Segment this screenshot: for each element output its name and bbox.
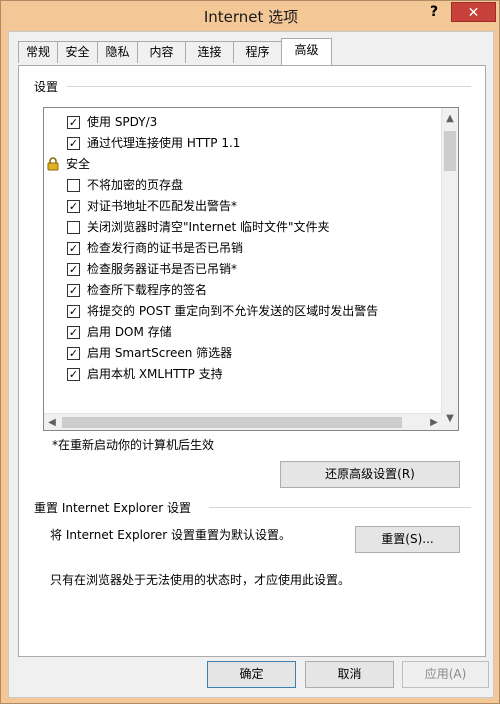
tab-advanced[interactable]: 高级 xyxy=(281,38,332,65)
tab-security[interactable]: 安全 xyxy=(57,41,98,63)
advanced-tab-panel: 设置 ✓ 使用 SPDY/3 ✓ 通过代理连接使用 HTTP 1.1 安全不将加密的页存… xyxy=(18,65,486,657)
checkbox-unchecked[interactable] xyxy=(67,179,80,192)
tab-content[interactable]: 内容 xyxy=(137,41,186,63)
help-button[interactable]: ? xyxy=(425,4,443,24)
horizontal-scrollbar[interactable]: ◀ ▶ xyxy=(44,413,443,430)
checkbox-unchecked[interactable] xyxy=(67,221,80,234)
settings-option-row[interactable]: ✓ 对证书地址不匹配发出警告* xyxy=(44,196,444,216)
settings-option-row[interactable]: ✓ 检查所下载程序的签名 xyxy=(44,280,444,300)
restart-note: *在重新启动你的计算机后生效 xyxy=(52,438,215,452)
settings-option-label: 将提交的 POST 重定向到不允许发送的区域时发出警告 xyxy=(87,304,379,318)
settings-option-label: 启用 SmartScreen 筛选器 xyxy=(87,346,233,360)
settings-option-label: 对证书地址不匹配发出警告* xyxy=(87,199,238,213)
settings-category-label: 安全 xyxy=(66,157,91,171)
reset-group-divider xyxy=(209,507,471,508)
apply-button[interactable]: 应用(A) xyxy=(402,661,489,688)
settings-option-label: 使用 SPDY/3 xyxy=(87,115,158,129)
ok-button[interactable]: 确定 xyxy=(207,661,296,688)
lock-icon xyxy=(47,157,59,171)
checkbox-checked[interactable]: ✓ xyxy=(67,347,80,360)
settings-option-label: 启用本机 XMLHTTP 支持 xyxy=(87,367,223,381)
settings-option-row[interactable]: ✓ 启用本机 XMLHTTP 支持 xyxy=(44,364,444,384)
scroll-down-arrow-icon[interactable]: ▼ xyxy=(442,410,458,427)
checkbox-checked[interactable]: ✓ xyxy=(67,242,80,255)
settings-list[interactable]: ✓ 使用 SPDY/3 ✓ 通过代理连接使用 HTTP 1.1 安全不将加密的页存盘 ✓ 对… xyxy=(43,107,459,431)
checkbox-checked[interactable]: ✓ xyxy=(67,263,80,276)
settings-group-label: 设置 xyxy=(34,80,59,94)
settings-option-label: 检查所下载程序的签名 xyxy=(87,283,208,297)
settings-group-divider xyxy=(67,86,471,87)
settings-option-label: 检查发行商的证书是否已吊销 xyxy=(87,241,244,255)
settings-option-row[interactable]: ✓ 检查发行商的证书是否已吊销 xyxy=(44,238,444,258)
scroll-up-arrow-icon[interactable]: ▲ xyxy=(442,110,458,127)
title-bar[interactable]: Internet 选项 ? ✕ xyxy=(1,1,500,31)
scroll-left-arrow-icon[interactable]: ◀ xyxy=(44,414,60,430)
cancel-button[interactable]: 取消 xyxy=(305,661,394,688)
reset-warning: 只有在浏览器处于无法使用的状态时，才应使用此设置。 xyxy=(50,573,351,587)
tab-programs[interactable]: 程序 xyxy=(233,41,282,63)
checkbox-checked[interactable]: ✓ xyxy=(67,116,80,129)
dialog-window: Internet 选项 ? ✕ 常规 安全 隐私 内容 连接 程序 高级 设置 … xyxy=(0,0,500,704)
close-button[interactable]: ✕ xyxy=(451,2,496,22)
settings-option-row[interactable]: ✓ 启用 SmartScreen 筛选器 xyxy=(44,343,444,363)
settings-option-row[interactable]: 关闭浏览器时清空"Internet 临时文件"文件夹 xyxy=(44,217,444,237)
settings-option-row[interactable]: 不将加密的页存盘 xyxy=(44,175,444,195)
checkbox-checked[interactable]: ✓ xyxy=(67,284,80,297)
dialog-client-area: 常规 安全 隐私 内容 连接 程序 高级 设置 ✓ 使用 SPDY/3 ✓ 通过代理连… xyxy=(8,31,494,698)
tab-general[interactable]: 常规 xyxy=(18,41,58,63)
checkbox-checked[interactable]: ✓ xyxy=(67,305,80,318)
settings-option-row[interactable]: ✓ 检查服务器证书是否已吊销* xyxy=(44,259,444,279)
vertical-scrollbar[interactable]: ▲ ▼ xyxy=(441,108,458,430)
checkbox-checked[interactable]: ✓ xyxy=(67,137,80,150)
settings-option-row[interactable]: ✓ 使用 SPDY/3 xyxy=(44,112,444,132)
reset-group-label: 重置 Internet Explorer 设置 xyxy=(34,501,192,515)
restore-advanced-settings-button[interactable]: 还原高级设置(R) xyxy=(280,461,460,488)
settings-option-label: 关闭浏览器时清空"Internet 临时文件"文件夹 xyxy=(87,220,330,234)
settings-option-label: 检查服务器证书是否已吊销* xyxy=(87,262,238,276)
horizontal-scroll-thumb[interactable] xyxy=(62,417,402,428)
settings-option-row[interactable]: ✓ 通过代理连接使用 HTTP 1.1 xyxy=(44,133,444,153)
checkbox-checked[interactable]: ✓ xyxy=(67,200,80,213)
settings-option-label: 通过代理连接使用 HTTP 1.1 xyxy=(87,136,241,150)
settings-option-label: 启用 DOM 存储 xyxy=(87,325,172,339)
tab-connections[interactable]: 连接 xyxy=(185,41,234,63)
reset-button[interactable]: 重置(S)... xyxy=(355,526,460,553)
scroll-right-arrow-icon[interactable]: ▶ xyxy=(426,414,442,430)
checkbox-checked[interactable]: ✓ xyxy=(67,326,80,339)
tab-privacy[interactable]: 隐私 xyxy=(97,41,138,63)
settings-option-label: 不将加密的页存盘 xyxy=(87,178,184,192)
vertical-scroll-thumb[interactable] xyxy=(444,131,456,171)
reset-description: 将 Internet Explorer 设置重置为默认设置。 xyxy=(50,528,292,542)
checkbox-checked[interactable]: ✓ xyxy=(67,368,80,381)
settings-category: 安全 xyxy=(44,154,444,174)
settings-option-row[interactable]: ✓ 将提交的 POST 重定向到不允许发送的区域时发出警告 xyxy=(44,301,444,321)
settings-option-row[interactable]: ✓ 启用 DOM 存储 xyxy=(44,322,444,342)
